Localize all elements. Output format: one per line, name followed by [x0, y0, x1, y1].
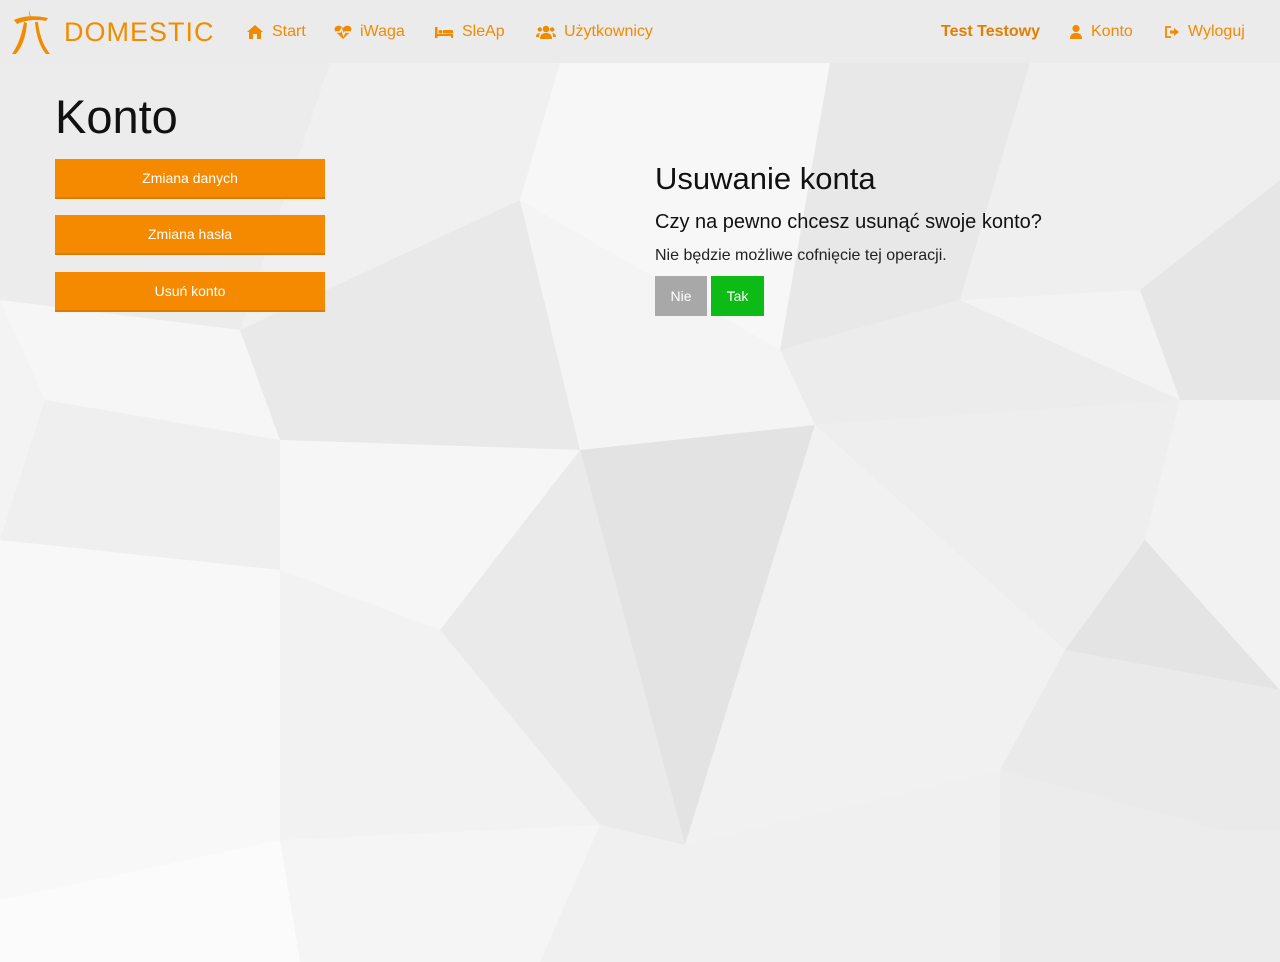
- delete-confirm-question: Czy na pewno chcesz usunąć swoje konto?: [655, 211, 1042, 233]
- cancel-delete-button[interactable]: Nie: [655, 276, 707, 316]
- nav-label-start: Start: [272, 22, 306, 40]
- brand-logo[interactable]: DOMESTIC: [8, 8, 215, 56]
- users-icon: [536, 25, 556, 39]
- user-name-label: Test Testowy: [941, 22, 1040, 40]
- change-data-button[interactable]: Zmiana danych: [55, 159, 325, 199]
- sign-out-icon: [1165, 25, 1179, 38]
- home-icon: [247, 24, 263, 39]
- user-icon: [1070, 24, 1082, 39]
- nav-item-iwaga[interactable]: iWaga: [334, 0, 405, 63]
- polygon-background: [0, 0, 1280, 962]
- top-navbar: DOMESTIC Start iWaga SleAp Użytkownicy T…: [0, 0, 1280, 63]
- nav-label-wyloguj: Wyloguj: [1188, 22, 1245, 40]
- change-password-button[interactable]: Zmiana hasła: [55, 215, 325, 255]
- delete-account-button[interactable]: Usuń konto: [55, 272, 325, 312]
- nav-item-wyloguj[interactable]: Wyloguj: [1164, 0, 1245, 63]
- nav-item-uzytkownicy[interactable]: Użytkownicy: [536, 0, 653, 63]
- brand-name: DOMESTIC: [64, 16, 215, 47]
- nav-item-konto[interactable]: Konto: [1069, 0, 1133, 63]
- confirm-delete-button[interactable]: Tak: [711, 276, 764, 316]
- nav-label-iwaga: iWaga: [360, 22, 405, 40]
- delete-panel-title: Usuwanie konta: [655, 161, 876, 196]
- nav-label-uzytkownicy: Użytkownicy: [564, 22, 653, 40]
- nav-item-start[interactable]: Start: [246, 0, 306, 63]
- delete-warning-text: Nie będzie możliwe cofnięcie tej operacj…: [655, 247, 947, 264]
- dancer-logo-icon: [12, 9, 50, 54]
- nav-user-name[interactable]: Test Testowy: [941, 0, 1040, 63]
- bed-icon: [435, 26, 453, 38]
- heartbeat-icon: [334, 25, 352, 39]
- nav-label-sleap: SleAp: [462, 22, 505, 40]
- page-title: Konto: [55, 90, 178, 143]
- nav-item-sleap[interactable]: SleAp: [434, 0, 505, 63]
- nav-label-konto: Konto: [1091, 22, 1133, 40]
